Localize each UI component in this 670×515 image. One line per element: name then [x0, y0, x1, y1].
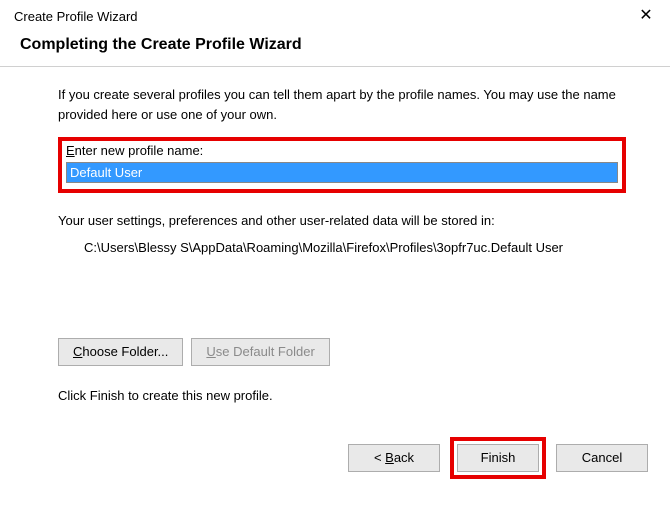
window-title: Create Profile Wizard — [14, 9, 138, 24]
wizard-content: If you create several profiles you can t… — [0, 67, 670, 403]
wizard-footer: < Back Finish Cancel — [0, 427, 670, 479]
finish-button[interactable]: Finish — [457, 444, 539, 472]
close-icon[interactable]: ✕ — [636, 8, 656, 24]
use-default-folder-button: Use Default Folder — [191, 338, 329, 366]
finish-instruction: Click Finish to create this new profile. — [58, 388, 626, 403]
back-button[interactable]: < Back — [348, 444, 440, 472]
folder-button-row: Choose Folder... Use Default Folder — [58, 338, 626, 366]
wizard-header: Completing the Create Profile Wizard — [0, 30, 670, 67]
profile-name-label: Enter new profile name: — [66, 143, 618, 158]
page-title: Completing the Create Profile Wizard — [20, 36, 302, 53]
titlebar: Create Profile Wizard ✕ — [0, 0, 670, 30]
intro-text: If you create several profiles you can t… — [58, 85, 626, 125]
choose-folder-button[interactable]: Choose Folder... — [58, 338, 183, 366]
finish-highlight: Finish — [450, 437, 546, 479]
profile-name-input[interactable] — [66, 162, 618, 183]
cancel-button[interactable]: Cancel — [556, 444, 648, 472]
profile-name-section: Enter new profile name: — [58, 137, 626, 193]
storage-location-label: Your user settings, preferences and othe… — [58, 213, 626, 228]
storage-path: C:\Users\Blessy S\AppData\Roaming\Mozill… — [58, 238, 626, 258]
